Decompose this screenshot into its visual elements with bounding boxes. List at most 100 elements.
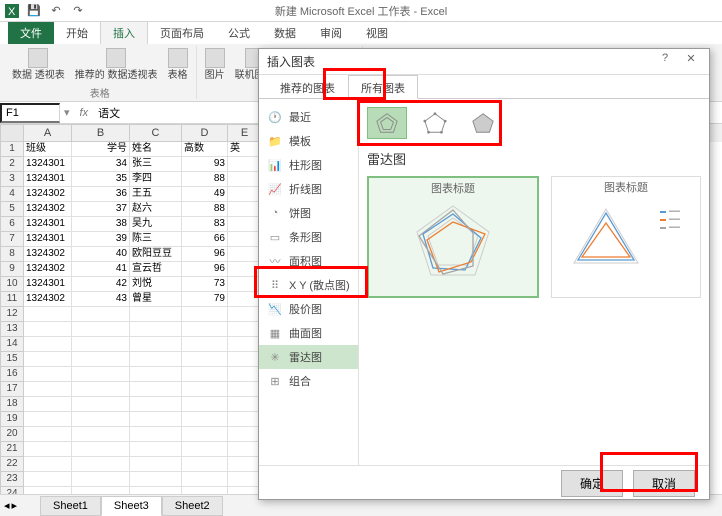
- chart-category[interactable]: ⠿X Y (散点图): [259, 273, 358, 297]
- row-header[interactable]: 16: [0, 367, 24, 382]
- cell[interactable]: 42: [72, 277, 130, 292]
- cell[interactable]: [24, 307, 72, 322]
- row-header[interactable]: 14: [0, 337, 24, 352]
- tab-layout[interactable]: 页面布局: [148, 22, 216, 44]
- chart-category[interactable]: ◔饼图: [259, 201, 358, 225]
- cell[interactable]: 73: [182, 277, 228, 292]
- cell[interactable]: [130, 337, 182, 352]
- row-header[interactable]: 6: [0, 217, 24, 232]
- row-header[interactable]: 17: [0, 382, 24, 397]
- cell[interactable]: [228, 352, 262, 367]
- save-icon[interactable]: 💾: [26, 3, 42, 19]
- cell[interactable]: 高数: [182, 142, 228, 157]
- chart-category[interactable]: ✳雷达图: [259, 345, 358, 369]
- cell[interactable]: [130, 352, 182, 367]
- cell[interactable]: [24, 382, 72, 397]
- cell[interactable]: [24, 367, 72, 382]
- row-header[interactable]: 9: [0, 262, 24, 277]
- cell[interactable]: [24, 412, 72, 427]
- cell[interactable]: [24, 427, 72, 442]
- cell[interactable]: [182, 337, 228, 352]
- row-header[interactable]: 7: [0, 232, 24, 247]
- row-header[interactable]: 13: [0, 322, 24, 337]
- cell[interactable]: [228, 217, 262, 232]
- row-header[interactable]: 8: [0, 247, 24, 262]
- cell[interactable]: 38: [72, 217, 130, 232]
- ok-button[interactable]: 确定: [561, 470, 623, 497]
- radar-subtype-3[interactable]: [463, 107, 503, 139]
- cell[interactable]: [182, 382, 228, 397]
- cell[interactable]: 88: [182, 202, 228, 217]
- cell[interactable]: [130, 307, 182, 322]
- tab-data[interactable]: 数据: [262, 22, 308, 44]
- cell[interactable]: [72, 427, 130, 442]
- cell[interactable]: 赵六: [130, 202, 182, 217]
- radar-subtype-2[interactable]: [415, 107, 455, 139]
- cell[interactable]: [130, 457, 182, 472]
- redo-icon[interactable]: ↷: [70, 3, 86, 19]
- cell[interactable]: [72, 442, 130, 457]
- undo-icon[interactable]: ↶: [48, 3, 64, 19]
- cell[interactable]: [228, 187, 262, 202]
- cell[interactable]: [72, 337, 130, 352]
- cell[interactable]: 1324302: [24, 292, 72, 307]
- sheet-tab[interactable]: Sheet3: [101, 496, 162, 516]
- cell[interactable]: [130, 382, 182, 397]
- cell[interactable]: 88: [182, 172, 228, 187]
- sheet-nav-next-icon[interactable]: ▸: [12, 499, 18, 512]
- cell[interactable]: [130, 367, 182, 382]
- chart-category[interactable]: ▦曲面图: [259, 321, 358, 345]
- row-header[interactable]: 12: [0, 307, 24, 322]
- cell[interactable]: 欧阳豆豆: [130, 247, 182, 262]
- cell[interactable]: [72, 352, 130, 367]
- cell[interactable]: [182, 487, 228, 494]
- cell[interactable]: [182, 397, 228, 412]
- col-header[interactable]: E: [228, 124, 262, 142]
- cell[interactable]: [228, 247, 262, 262]
- cell[interactable]: [72, 412, 130, 427]
- cell[interactable]: [72, 472, 130, 487]
- cell[interactable]: 96: [182, 262, 228, 277]
- cell[interactable]: 宣云哲: [130, 262, 182, 277]
- cell[interactable]: 1324302: [24, 247, 72, 262]
- cell[interactable]: [182, 412, 228, 427]
- tab-review[interactable]: 审阅: [308, 22, 354, 44]
- cell[interactable]: 王五: [130, 187, 182, 202]
- dialog-tab-all[interactable]: 所有图表: [348, 75, 418, 99]
- cell[interactable]: 49: [182, 187, 228, 202]
- chart-preview-2[interactable]: 图表标题 — — —: [551, 176, 701, 298]
- row-header[interactable]: 20: [0, 427, 24, 442]
- cell[interactable]: 37: [72, 202, 130, 217]
- fx-icon[interactable]: fx: [74, 107, 95, 119]
- cell[interactable]: [182, 322, 228, 337]
- cell[interactable]: [228, 472, 262, 487]
- chart-category[interactable]: 📁模板: [259, 129, 358, 153]
- cell[interactable]: 96: [182, 247, 228, 262]
- cell[interactable]: [228, 397, 262, 412]
- cell[interactable]: [228, 322, 262, 337]
- cell[interactable]: [228, 262, 262, 277]
- dialog-tab-recommended[interactable]: 推荐的图表: [267, 75, 348, 98]
- radar-subtype-1[interactable]: [367, 107, 407, 139]
- chart-category[interactable]: 📊柱形图: [259, 153, 358, 177]
- cell[interactable]: 1324301: [24, 217, 72, 232]
- cell[interactable]: [24, 397, 72, 412]
- tab-home[interactable]: 开始: [54, 22, 100, 44]
- cell[interactable]: [130, 427, 182, 442]
- cell[interactable]: [72, 307, 130, 322]
- row-header[interactable]: 4: [0, 187, 24, 202]
- cell[interactable]: 41: [72, 262, 130, 277]
- cell[interactable]: [72, 487, 130, 494]
- cell[interactable]: [228, 157, 262, 172]
- cell[interactable]: [182, 457, 228, 472]
- cell[interactable]: [24, 487, 72, 494]
- cell[interactable]: 张三: [130, 157, 182, 172]
- btn-rec-pivot[interactable]: 推荐的 数据透视表: [73, 46, 160, 83]
- chart-category[interactable]: 📉股价图: [259, 297, 358, 321]
- cell[interactable]: 刘悦: [130, 277, 182, 292]
- cell[interactable]: 英: [228, 142, 262, 157]
- chart-category[interactable]: 〰面积图: [259, 249, 358, 273]
- cell[interactable]: 83: [182, 217, 228, 232]
- cell[interactable]: [24, 457, 72, 472]
- cell[interactable]: 34: [72, 157, 130, 172]
